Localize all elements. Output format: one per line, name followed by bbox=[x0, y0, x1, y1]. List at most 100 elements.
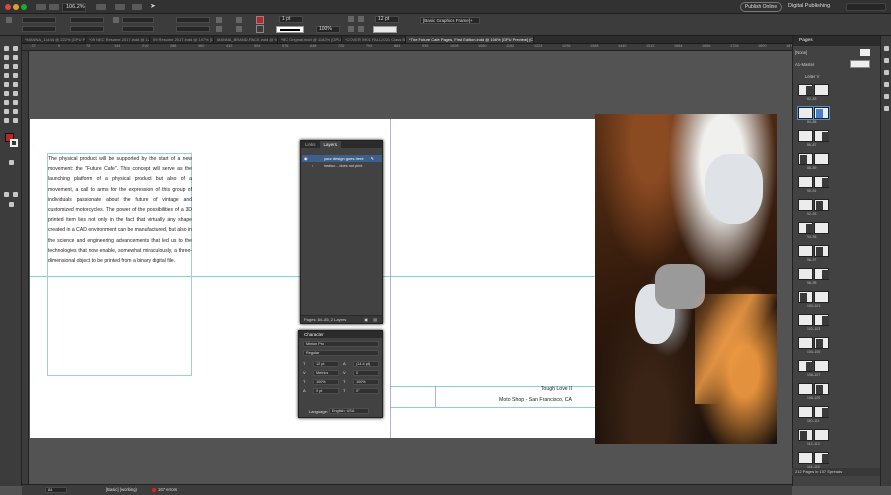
view-options-icon[interactable] bbox=[96, 4, 106, 10]
default-colors-icon[interactable] bbox=[9, 160, 14, 165]
fill-swatch[interactable] bbox=[256, 16, 264, 24]
close-window-icon[interactable] bbox=[5, 4, 11, 10]
rectangle-frame-tool-icon[interactable] bbox=[4, 82, 9, 87]
stroke-weight-field[interactable]: 1 pt bbox=[279, 16, 303, 23]
none-master-thumb[interactable] bbox=[860, 49, 870, 56]
object-style-dropdown[interactable]: [Basic Graphics Frame]+ bbox=[420, 17, 480, 24]
zoom-window-icon[interactable] bbox=[21, 4, 27, 10]
apply-color-icon[interactable] bbox=[4, 192, 9, 197]
stock-icon[interactable] bbox=[49, 4, 59, 10]
ruler-guide[interactable] bbox=[390, 407, 595, 408]
links-panel-icon[interactable] bbox=[884, 70, 889, 75]
fx-icon[interactable] bbox=[358, 26, 364, 32]
pages-panel-icon[interactable] bbox=[884, 46, 889, 51]
document-tab[interactable]: 09 Resume 2017.indd @ 147% [GPU Preview] bbox=[150, 36, 214, 43]
swatches-panel-icon[interactable] bbox=[884, 94, 889, 99]
error-count[interactable]: 167 errors bbox=[158, 487, 177, 492]
page-spread-thumb[interactable] bbox=[798, 268, 830, 280]
direct-selection-tool-icon[interactable] bbox=[13, 46, 18, 51]
tracking-field[interactable]: 0 bbox=[353, 370, 379, 376]
swap-fill-stroke-icon[interactable] bbox=[13, 118, 18, 123]
page-thumb-right[interactable] bbox=[814, 222, 829, 234]
page-spread-thumb[interactable] bbox=[798, 84, 830, 96]
free-transform-tool-icon[interactable] bbox=[13, 91, 18, 96]
color-panel-icon[interactable] bbox=[884, 106, 889, 111]
page-thumb-right[interactable] bbox=[814, 337, 829, 349]
document-tab-active[interactable]: *The Future Cafe Pages, First Edition.in… bbox=[406, 36, 534, 43]
page-thumb-right[interactable] bbox=[814, 245, 829, 257]
font-style-dropdown[interactable]: Regular bbox=[303, 350, 379, 356]
workspace-switcher[interactable]: Digital Publishing bbox=[788, 3, 830, 9]
search-input[interactable] bbox=[846, 3, 886, 11]
tab-links[interactable]: Links bbox=[301, 141, 320, 148]
width-field[interactable] bbox=[70, 17, 104, 23]
kerning-field[interactable]: Metrics bbox=[313, 370, 339, 376]
page-spread-thumb[interactable] bbox=[798, 452, 830, 464]
eyedropper-tool-icon[interactable] bbox=[4, 109, 9, 114]
document-tab[interactable]: *09 NEC Resume 2017.indd @ 125% [GPU Pre… bbox=[86, 36, 150, 43]
scale-x-icon[interactable] bbox=[113, 17, 119, 23]
minimize-window-icon[interactable] bbox=[13, 4, 19, 10]
page-spread-thumb[interactable] bbox=[798, 314, 830, 326]
baseline-shift-field[interactable]: 0 pt bbox=[313, 388, 339, 394]
align-center-icon[interactable] bbox=[358, 16, 364, 22]
preflight-profile[interactable]: [Basic] (working) bbox=[106, 487, 137, 492]
page-thumb-right[interactable] bbox=[814, 360, 829, 372]
vertical-ruler[interactable] bbox=[22, 51, 29, 484]
skew-field[interactable]: 0° bbox=[353, 388, 379, 394]
toolbox-stroke-swatch[interactable] bbox=[10, 139, 18, 147]
page-spread-thumb[interactable] bbox=[798, 360, 830, 372]
page-thumb-left[interactable] bbox=[798, 337, 813, 349]
page-thumb-right[interactable] bbox=[814, 268, 829, 280]
rotation-field[interactable] bbox=[176, 17, 210, 23]
hand-tool-icon[interactable] bbox=[13, 109, 18, 114]
send-arrow-icon[interactable]: ➤ bbox=[150, 3, 156, 11]
body-copy[interactable]: The physical product will be supported b… bbox=[48, 154, 192, 266]
gap-field[interactable]: 12 pt bbox=[375, 16, 399, 23]
align-left-icon[interactable] bbox=[348, 16, 354, 22]
stroke-panel-icon[interactable] bbox=[884, 82, 889, 87]
document-tab[interactable]: *MANNA_11444 @ 222% [GPU Preview] bbox=[22, 36, 86, 43]
scissors-tool-icon[interactable] bbox=[4, 91, 9, 96]
page-thumb-left[interactable] bbox=[798, 406, 813, 418]
screen-mode-icon[interactable] bbox=[115, 4, 125, 10]
page-thumb-right[interactable] bbox=[814, 383, 829, 395]
selection-tool-icon[interactable] bbox=[4, 46, 9, 51]
type-tool-icon[interactable] bbox=[4, 64, 9, 69]
page-thumb-right[interactable] bbox=[813, 106, 830, 120]
layer-row[interactable]: ▪ instruc... does not print bbox=[302, 163, 382, 170]
horizontal-scale-field[interactable]: 100% bbox=[353, 379, 379, 385]
page-thumb-left[interactable] bbox=[798, 199, 813, 211]
page-thumb-left[interactable] bbox=[798, 176, 813, 188]
line-tool-icon[interactable] bbox=[13, 64, 18, 69]
page-spread-thumb[interactable] bbox=[798, 153, 830, 165]
page-thumb-right[interactable] bbox=[814, 314, 829, 326]
page-thumb-right[interactable] bbox=[814, 429, 829, 441]
pen-tool-icon[interactable] bbox=[4, 73, 9, 78]
new-layer-icon[interactable]: ▣ bbox=[364, 316, 368, 324]
page-thumb-right[interactable] bbox=[814, 199, 829, 211]
page-spread-thumb[interactable] bbox=[798, 130, 830, 142]
page-thumb-left[interactable] bbox=[798, 429, 813, 441]
zoom-level-field[interactable]: 106.2% bbox=[62, 3, 86, 12]
font-family-dropdown[interactable]: Minion Pro bbox=[303, 341, 379, 347]
text-wrap-icon[interactable] bbox=[348, 26, 354, 32]
rectangle-tool-icon[interactable] bbox=[13, 82, 18, 87]
page-spread-thumb[interactable] bbox=[798, 291, 830, 303]
note-tool-icon[interactable] bbox=[13, 100, 18, 105]
master-label[interactable]: A1-Master bbox=[795, 62, 814, 67]
horizontal-ruler[interactable]: -72 0 72 144 216 288 360 432 504 576 648 720 792 864 9… bbox=[22, 44, 792, 51]
page-number-field[interactable]: 84 bbox=[45, 487, 67, 493]
page-spread-thumb[interactable] bbox=[798, 406, 830, 418]
page-thumb-left[interactable] bbox=[798, 222, 813, 234]
page-spread-thumb[interactable] bbox=[798, 176, 830, 188]
page-thumb-left[interactable] bbox=[798, 268, 813, 280]
opacity-field[interactable]: 100% bbox=[316, 26, 340, 33]
page-thumb-right[interactable] bbox=[814, 153, 829, 165]
page-thumb-right[interactable] bbox=[814, 406, 829, 418]
x-position-field[interactable] bbox=[22, 17, 56, 23]
document-tab[interactable]: *BC Original.indd @ 1182% [GPU Preview] … bbox=[278, 36, 342, 43]
visibility-eye-icon[interactable]: ◉ bbox=[304, 155, 308, 162]
page-spread-thumb[interactable] bbox=[798, 222, 830, 234]
flip-vertical-icon[interactable] bbox=[216, 26, 222, 32]
